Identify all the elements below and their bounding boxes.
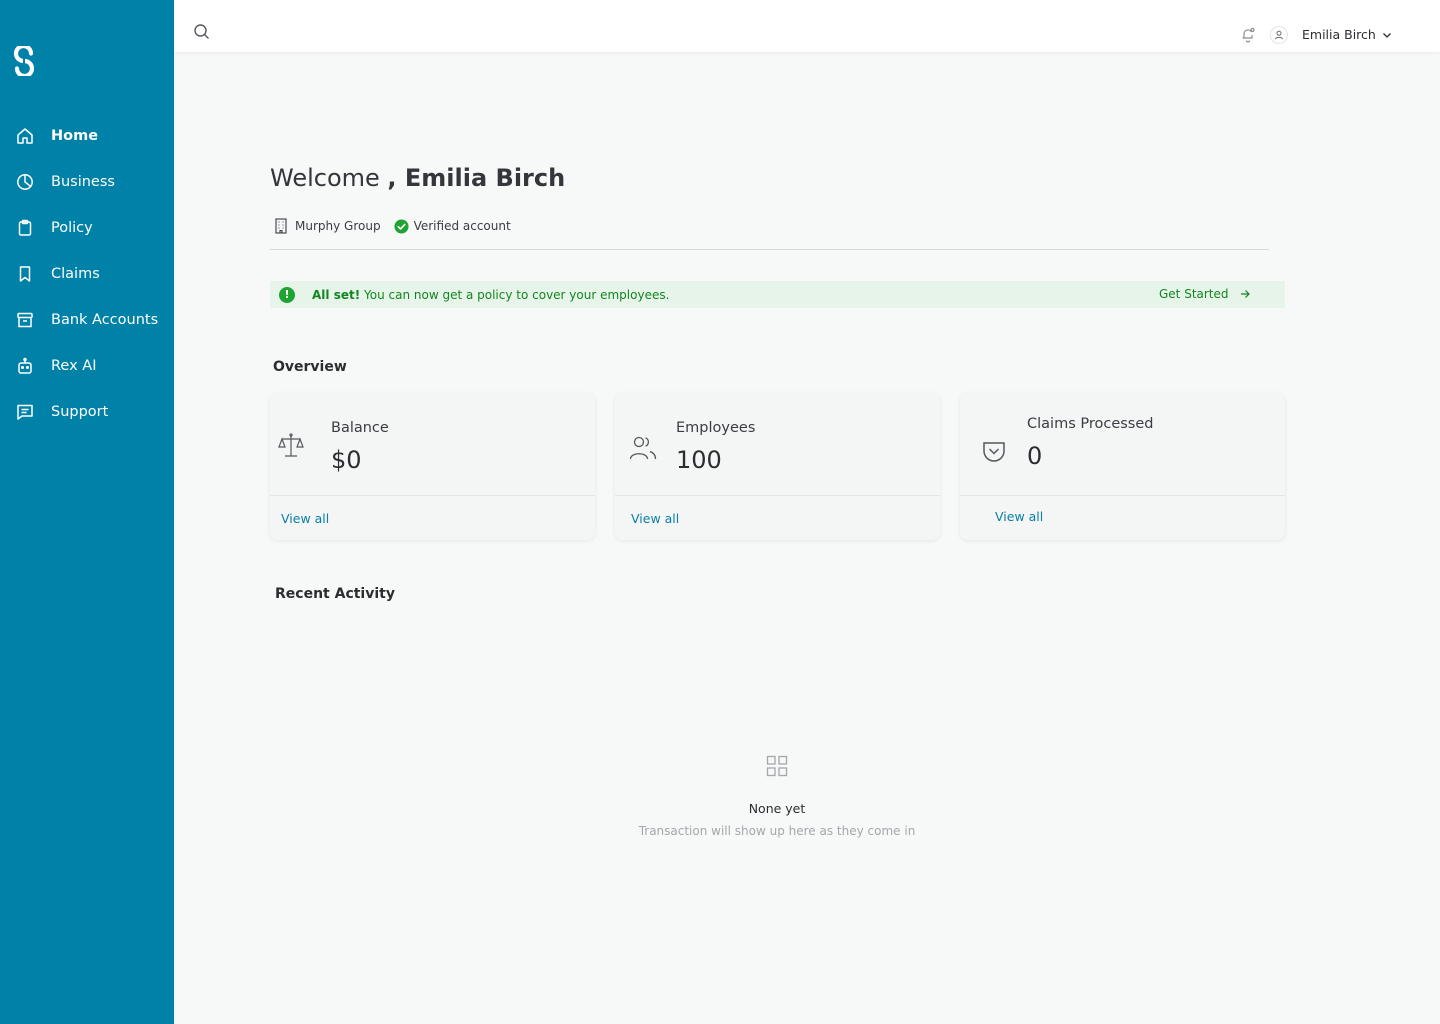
sidebar-item-support[interactable]: Support [0,389,174,435]
sidebar-item-label: Claims [51,266,100,282]
page-title: Welcome , Emilia Birch [270,164,565,192]
card-value: $0 [331,446,362,474]
employees-card: Employees 100 View all [615,393,940,540]
chevron-down-icon[interactable] [1381,29,1393,41]
success-banner: ! All set! You can now get a policy to c… [270,281,1285,308]
divider [270,249,1269,250]
welcome-user-name: , Emilia Birch [387,164,566,192]
welcome-greeting: Welcome [270,164,388,192]
card-label: Employees [676,420,756,436]
bookmark-icon [16,265,34,283]
sidebar-item-label: Rex AI [51,358,97,374]
card-header: Employees 100 [615,393,940,496]
claims-processed-card: Claims Processed 0 View all [960,393,1285,540]
search-icon[interactable] [193,23,211,41]
view-all-link[interactable]: View all [995,509,1043,524]
user-name[interactable]: Emilia Birch [1302,27,1376,42]
sidebar-item-label: Support [51,404,109,420]
verified-status: Verified account [413,219,511,233]
overview-title: Overview [273,359,347,375]
card-label: Balance [331,420,389,436]
message-icon [16,403,34,421]
get-started-label: Get Started [1159,287,1229,301]
card-header: Claims Processed 0 [960,393,1285,496]
verified-check-icon [394,218,409,234]
bell-icon[interactable] [1240,27,1256,43]
sidebar-item-home[interactable]: Home [0,113,174,159]
avatar[interactable] [1270,26,1288,44]
card-label: Claims Processed [1027,416,1154,432]
company-name: Murphy Group [295,219,381,233]
sidebar-item-label: Policy [51,220,93,236]
card-value: 0 [1027,442,1043,470]
sidebar-item-label: Business [51,174,115,190]
home-icon [16,127,34,145]
pocket-icon [983,442,1005,462]
card-value: 100 [676,446,722,474]
top-bar: Emilia Birch [174,0,1440,52]
account-info: Murphy Group Verified account [274,218,511,234]
recent-activity-title: Recent Activity [275,586,395,602]
robot-icon [16,357,34,375]
card-header: Balance $0 [270,393,595,496]
clipboard-icon [16,219,34,237]
arrow-right-icon [1240,290,1250,298]
sidebar-item-label: Home [51,128,99,144]
sidebar-nav: Home Business Policy Claims Bank Account… [0,113,174,435]
balance-card: Balance $0 View all [270,393,595,540]
sidebar-item-business[interactable]: Business [0,159,174,205]
view-all-link[interactable]: View all [281,511,329,526]
users-icon [629,436,657,460]
alert-icon: ! [279,287,295,303]
sidebar: Home Business Policy Claims Bank Account… [0,0,174,1024]
scale-icon [278,433,304,457]
sidebar-item-policy[interactable]: Policy [0,205,174,251]
building-icon [275,218,287,234]
sidebar-item-bank-accounts[interactable]: Bank Accounts [0,297,174,343]
sidebar-item-label: Bank Accounts [51,312,159,328]
grid-icon [766,755,788,777]
sidebar-item-claims[interactable]: Claims [0,251,174,297]
empty-state-title: None yet [748,801,806,816]
get-started-link[interactable]: Get Started [1159,287,1251,301]
sidebar-item-rex-ai[interactable]: Rex AI [0,343,174,389]
archive-icon [16,311,34,329]
s-logo-icon[interactable] [12,46,36,76]
pie-chart-icon [16,173,34,191]
banner-message: All set! You can now get a policy to cov… [312,288,670,302]
view-all-link[interactable]: View all [631,511,679,526]
empty-state-subtitle: Transaction will show up here as they co… [638,824,916,838]
